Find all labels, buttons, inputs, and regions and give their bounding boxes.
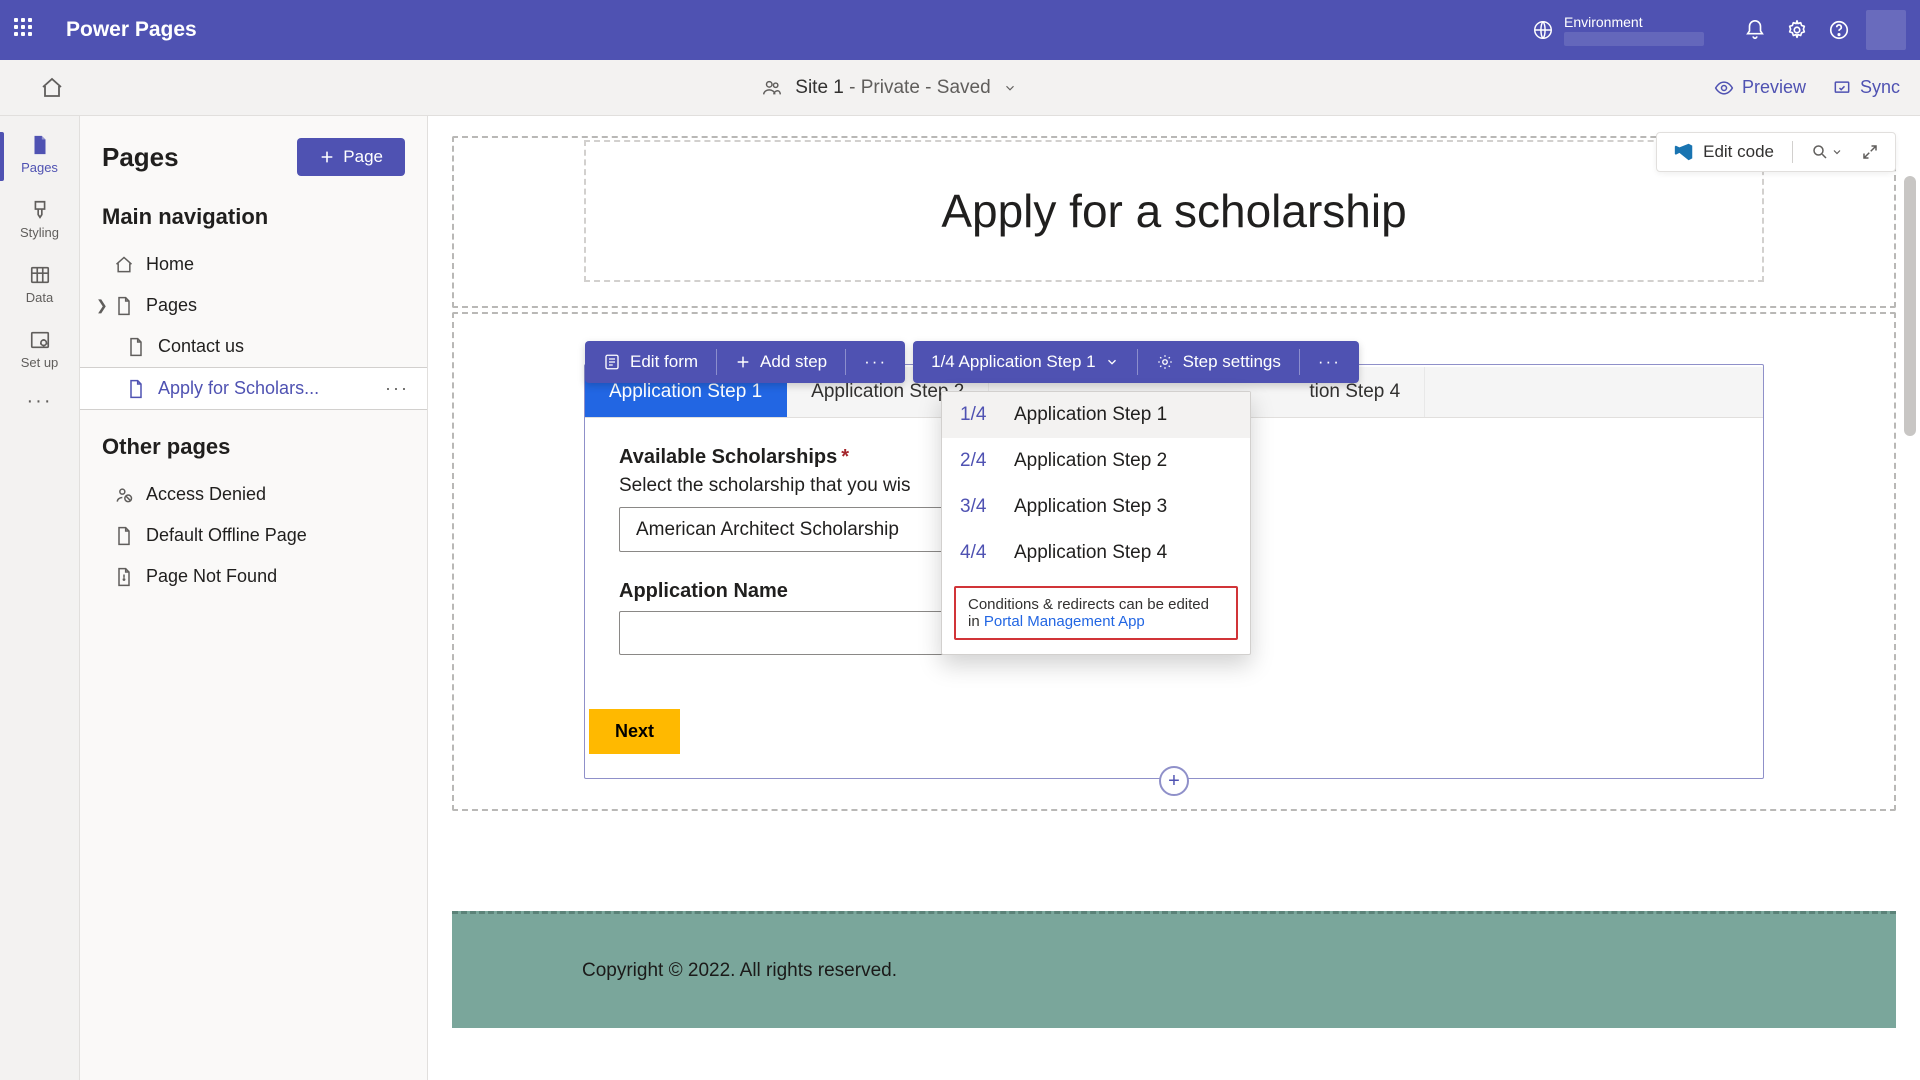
environment-picker[interactable]: Environment	[1532, 14, 1704, 47]
left-rail: Pages Styling Data Set up ···	[0, 116, 80, 1080]
site-status: - Private - Saved	[844, 77, 991, 98]
expand-button[interactable]	[1861, 143, 1879, 161]
site-picker[interactable]: Site 1 - Private - Saved	[64, 77, 1714, 99]
dropdown-item-step2[interactable]: 2/4Application Step 2	[942, 438, 1250, 484]
pages-panel: Pages Page Main navigation Home ❯ Pages …	[80, 116, 428, 1080]
settings-button[interactable]	[1776, 9, 1818, 51]
nav-heading: Main navigation	[80, 194, 427, 244]
portal-management-link[interactable]: Portal Management App	[984, 613, 1145, 630]
canvas-toolbar: Edit code	[1656, 132, 1896, 172]
plus-icon	[735, 354, 751, 370]
bell-icon	[1744, 19, 1766, 41]
command-bar: Site 1 - Private - Saved Preview Sync	[0, 60, 1920, 116]
notifications-button[interactable]	[1734, 9, 1776, 51]
vscode-icon	[1673, 141, 1695, 163]
tree-item-access-denied[interactable]: Access Denied	[80, 474, 427, 515]
rail-styling[interactable]: Styling	[0, 189, 79, 254]
expand-icon	[1861, 143, 1879, 161]
eye-icon	[1714, 78, 1734, 98]
label-available-scholarships: Available Scholarships*	[619, 446, 849, 468]
tree-item-apply-scholarship[interactable]: Apply for Scholars... ···	[80, 367, 427, 410]
edit-code-button[interactable]: Edit code	[1673, 141, 1774, 163]
page-title: Apply for a scholarship	[606, 184, 1742, 238]
step-settings-button[interactable]: Step settings	[1138, 341, 1299, 383]
brush-icon	[29, 199, 51, 221]
dropdown-item-step3[interactable]: 3/4Application Step 3	[942, 484, 1250, 530]
rail-more[interactable]: ···	[27, 390, 53, 413]
tree-item-contact[interactable]: Contact us	[80, 326, 427, 367]
gear-icon	[1156, 353, 1174, 371]
help-button[interactable]	[1818, 9, 1860, 51]
home-icon[interactable]	[40, 76, 64, 100]
sync-button[interactable]: Sync	[1832, 77, 1900, 98]
add-page-button[interactable]: Page	[297, 138, 405, 176]
document-icon	[126, 337, 146, 357]
form-more-button[interactable]: ···	[846, 341, 905, 383]
zoom-button[interactable]	[1811, 143, 1843, 161]
table-icon	[29, 264, 51, 286]
page-footer: Copyright © 2022. All rights reserved.	[452, 911, 1896, 1028]
form-icon	[603, 353, 621, 371]
other-heading: Other pages	[80, 424, 427, 474]
home-icon	[114, 255, 134, 275]
tree-item-not-found[interactable]: Page Not Found	[80, 556, 427, 597]
page-title-block[interactable]: Apply for a scholarship	[584, 140, 1764, 282]
document-icon	[114, 526, 134, 546]
document-icon	[114, 296, 134, 316]
site-name: Site 1	[795, 77, 844, 98]
tree-item-more-button[interactable]: ···	[385, 378, 415, 399]
page-icon	[29, 134, 51, 156]
app-launcher-icon[interactable]	[14, 18, 38, 42]
multistep-form: Edit form Add step ···	[584, 364, 1764, 779]
tree-item-home[interactable]: Home	[80, 244, 427, 285]
form-toolbar: Edit form Add step ···	[585, 341, 1359, 383]
help-icon	[1828, 19, 1850, 41]
dropdown-note: Conditions & redirects can be edited in …	[954, 586, 1238, 640]
label-application-name: Application Name	[619, 580, 788, 602]
add-step-button[interactable]: Add step	[717, 341, 845, 383]
plus-icon	[319, 149, 335, 165]
next-button[interactable]: Next	[589, 709, 680, 754]
environment-icon	[1532, 19, 1554, 41]
chevron-down-icon	[1105, 355, 1119, 369]
rail-pages[interactable]: Pages	[0, 124, 79, 189]
rail-setup[interactable]: Set up	[0, 319, 79, 384]
environment-label: Environment	[1564, 14, 1704, 31]
step-dropdown: 1/4Application Step 1 2/4Application Ste…	[941, 391, 1251, 655]
chevron-right-icon[interactable]: ❯	[96, 297, 108, 314]
magnify-icon	[1811, 143, 1829, 161]
chevron-down-icon	[1003, 81, 1017, 95]
gear-icon	[1786, 19, 1808, 41]
user-avatar[interactable]	[1866, 10, 1906, 50]
step-more-button[interactable]: ···	[1300, 341, 1359, 383]
setup-icon	[29, 329, 51, 351]
brand-title: Power Pages	[66, 18, 197, 42]
edit-form-button[interactable]: Edit form	[585, 341, 716, 383]
add-section-handle[interactable]: +	[1159, 766, 1189, 796]
environment-name-placeholder	[1564, 32, 1704, 46]
person-denied-icon	[114, 485, 134, 505]
chevron-down-icon	[1831, 146, 1843, 158]
dropdown-item-step1[interactable]: 1/4Application Step 1	[942, 392, 1250, 438]
sync-icon	[1832, 78, 1852, 98]
tree-item-offline[interactable]: Default Offline Page	[80, 515, 427, 556]
scrollbar[interactable]	[1904, 176, 1916, 436]
dropdown-item-step4[interactable]: 4/4Application Step 4	[942, 530, 1250, 576]
rail-data[interactable]: Data	[0, 254, 79, 319]
app-topbar: Power Pages Environment	[0, 0, 1920, 60]
preview-button[interactable]: Preview	[1714, 77, 1806, 98]
tree-item-pages[interactable]: ❯ Pages	[80, 285, 427, 326]
people-icon	[761, 77, 783, 99]
document-warning-icon	[114, 567, 134, 587]
panel-title: Pages	[102, 142, 179, 173]
document-icon	[126, 379, 146, 399]
design-canvas: Edit code Apply for a scholarship	[428, 116, 1920, 1080]
step-picker-button[interactable]: 1/4 Application Step 1	[913, 341, 1136, 383]
